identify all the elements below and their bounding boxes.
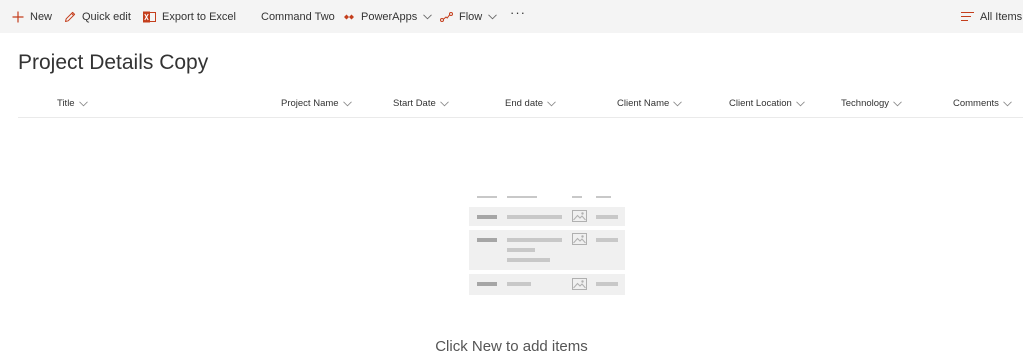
- chevron-down-icon: [673, 101, 683, 107]
- chevron-down-icon: [893, 101, 902, 107]
- chevron-down-icon: [547, 101, 556, 107]
- powerapps-label: PowerApps: [361, 10, 418, 23]
- new-button[interactable]: New: [12, 0, 52, 33]
- chevron-down-icon: [488, 13, 498, 20]
- command-bar: New Quick edit Export to Excel Command T…: [0, 0, 1023, 33]
- column-header-title[interactable]: Title: [57, 98, 88, 109]
- view-switcher-button[interactable]: All Items: [961, 0, 1022, 33]
- empty-state-message: Click New to add items: [435, 338, 588, 355]
- chevron-down-icon: [796, 101, 805, 107]
- powerapps-icon: [343, 12, 355, 22]
- column-header-start-date[interactable]: Start Date: [393, 98, 449, 109]
- excel-icon: [143, 11, 156, 23]
- column-header-client-location[interactable]: Client Location: [729, 98, 805, 109]
- plus-icon: [12, 11, 24, 23]
- empty-list-illustration: [469, 193, 625, 296]
- export-to-excel-button[interactable]: Export to Excel: [143, 0, 236, 33]
- flow-label: Flow: [459, 10, 483, 23]
- column-header-label: Technology: [841, 98, 890, 109]
- column-header-label: Start Date: [393, 98, 436, 109]
- column-header-label: Client Name: [617, 98, 670, 109]
- column-header-label: End date: [505, 98, 544, 109]
- flow-button[interactable]: Flow: [440, 0, 498, 33]
- new-label: New: [30, 10, 53, 23]
- view-label: All Items: [980, 10, 1023, 23]
- chevron-down-icon: [342, 101, 352, 107]
- chevron-down-icon: [439, 101, 449, 107]
- command-two-button[interactable]: Command Two: [261, 0, 335, 33]
- column-header-project-name[interactable]: Project Name: [281, 98, 352, 109]
- command-two-label: Command Two: [261, 10, 335, 23]
- chevron-down-icon: [1003, 101, 1012, 107]
- chevron-down-icon: [423, 13, 433, 20]
- image-placeholder-icon: [572, 210, 587, 222]
- column-header-end-date[interactable]: End date: [505, 98, 556, 109]
- column-header-label: Project Name: [281, 98, 339, 109]
- column-header-client-name[interactable]: Client Name: [617, 98, 683, 109]
- quick-edit-button[interactable]: Quick edit: [64, 0, 131, 33]
- chevron-down-icon: [78, 101, 88, 107]
- quick-edit-label: Quick edit: [82, 10, 131, 23]
- image-placeholder-icon: [572, 233, 587, 245]
- powerapps-button[interactable]: PowerApps: [343, 0, 433, 33]
- page-title: Project Details Copy: [18, 51, 209, 74]
- list-lines-icon: [961, 11, 974, 22]
- export-label: Export to Excel: [162, 10, 236, 23]
- column-header-label: Client Location: [729, 98, 792, 109]
- list-column-headers: Title Project Name Start Date End date C…: [18, 92, 1023, 118]
- column-header-comments[interactable]: Comments: [953, 98, 1012, 109]
- column-header-label: Title: [57, 98, 75, 109]
- image-placeholder-icon: [572, 278, 587, 290]
- ellipsis-icon: ···: [510, 5, 526, 20]
- column-header-label: Comments: [953, 98, 999, 109]
- pencil-icon: [64, 11, 76, 23]
- column-header-technology[interactable]: Technology: [841, 98, 902, 109]
- more-options-button[interactable]: ···: [510, 0, 526, 29]
- flow-icon: [440, 11, 453, 22]
